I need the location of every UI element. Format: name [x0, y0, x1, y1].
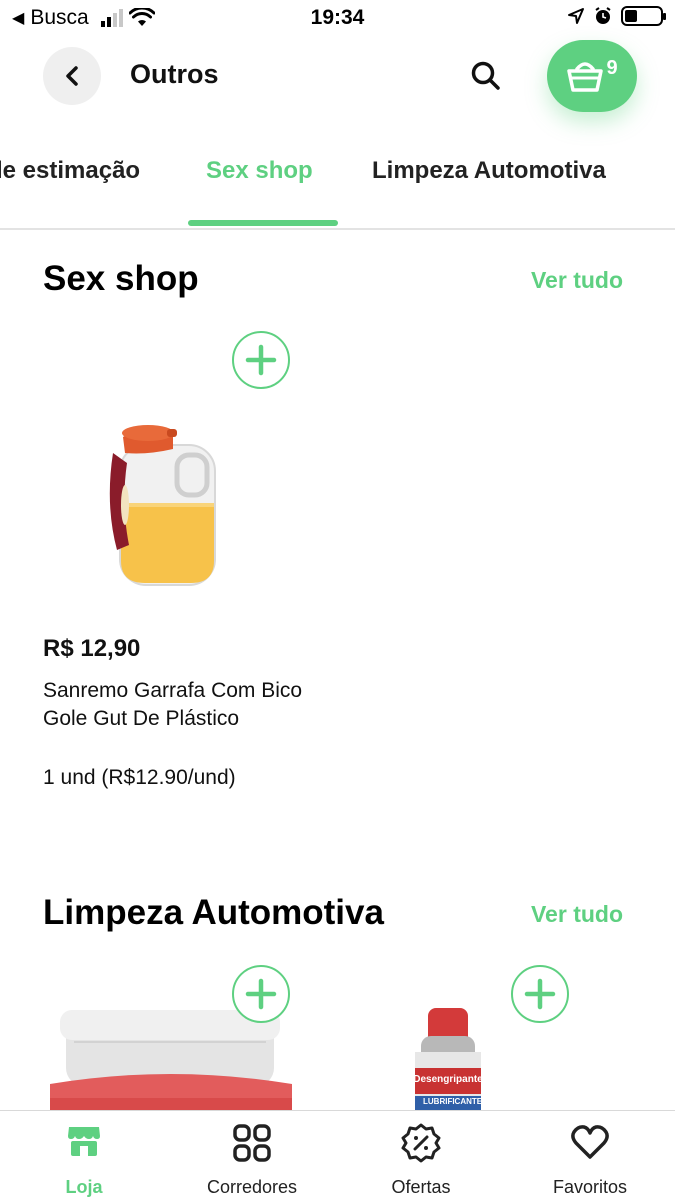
page-title: Outros [130, 59, 219, 89]
nav-corredores[interactable]: Corredores [168, 1111, 336, 1200]
section-title-limpeza-automotiva: Limpeza Automotiva [43, 893, 384, 932]
product-image-spray-can[interactable]: Desengripante LUBRIFICANTE [413, 1008, 483, 1110]
product-unit-price: 1 und (R$12.90/und) [43, 766, 236, 789]
battery-icon [621, 6, 666, 26]
alarm-icon [595, 7, 611, 24]
basket-icon [567, 62, 604, 92]
search-button[interactable] [466, 56, 506, 96]
nav-favoritos-label: Favoritos [552, 1177, 628, 1197]
back-button[interactable] [43, 47, 101, 105]
section-title-sex-shop: Sex shop [43, 259, 199, 298]
nav-ofertas[interactable]: Ofertas [337, 1111, 505, 1200]
grid-icon [233, 1124, 271, 1162]
tab-limpeza-automotiva[interactable]: Limpeza Automotiva [372, 157, 606, 185]
heart-icon [571, 1125, 609, 1159]
search-icon [471, 61, 500, 90]
see-all-limpeza-automotiva-link[interactable]: Ver tudo [531, 901, 623, 928]
plus-icon [245, 344, 277, 376]
product-name[interactable]: Sanremo Garrafa Com Bico Gole Gut De Plá… [43, 677, 303, 733]
category-tabs: le estimação Sex shop Limpeza Automotiva [0, 140, 675, 230]
nav-favoritos[interactable]: Favoritos [506, 1111, 674, 1200]
tab-estimacao[interactable]: le estimação [0, 157, 140, 185]
plus-icon [524, 978, 556, 1010]
product-image-car-cleaner-jar[interactable] [40, 1008, 300, 1110]
chevron-left-icon [66, 66, 78, 86]
see-all-sex-shop-link[interactable]: Ver tudo [531, 267, 623, 294]
tab-sex-shop[interactable]: Sex shop [206, 157, 313, 185]
product-image-bottle[interactable] [95, 415, 235, 595]
nav-loja[interactable]: Loja [0, 1111, 168, 1200]
cart-count-badge: 9 [606, 56, 618, 79]
nav-ofertas-label: Ofertas [391, 1177, 451, 1197]
active-tab-indicator [188, 220, 338, 226]
product-price: R$ 12,90 [43, 635, 141, 662]
nav-corredores-label: Corredores [206, 1177, 298, 1197]
bottom-navigation: Loja Corredores Ofertas Favoritos [0, 1110, 675, 1200]
add-to-cart-button[interactable] [232, 331, 290, 389]
add-to-cart-button[interactable] [232, 965, 290, 1023]
store-icon [68, 1127, 100, 1156]
cart-button[interactable]: 9 [547, 40, 637, 112]
location-arrow-icon [568, 8, 584, 24]
plus-icon [245, 978, 277, 1010]
spray-can-type-label: LUBRIFICANTE [423, 1097, 483, 1106]
nav-loja-label: Loja [65, 1177, 103, 1197]
discount-badge-icon [401, 1123, 441, 1163]
status-right [567, 6, 666, 26]
add-to-cart-button[interactable] [511, 965, 569, 1023]
status-bar: ◀ Busca 19:34 [0, 0, 675, 38]
spray-can-brand-label: Desengripante [413, 1074, 483, 1085]
